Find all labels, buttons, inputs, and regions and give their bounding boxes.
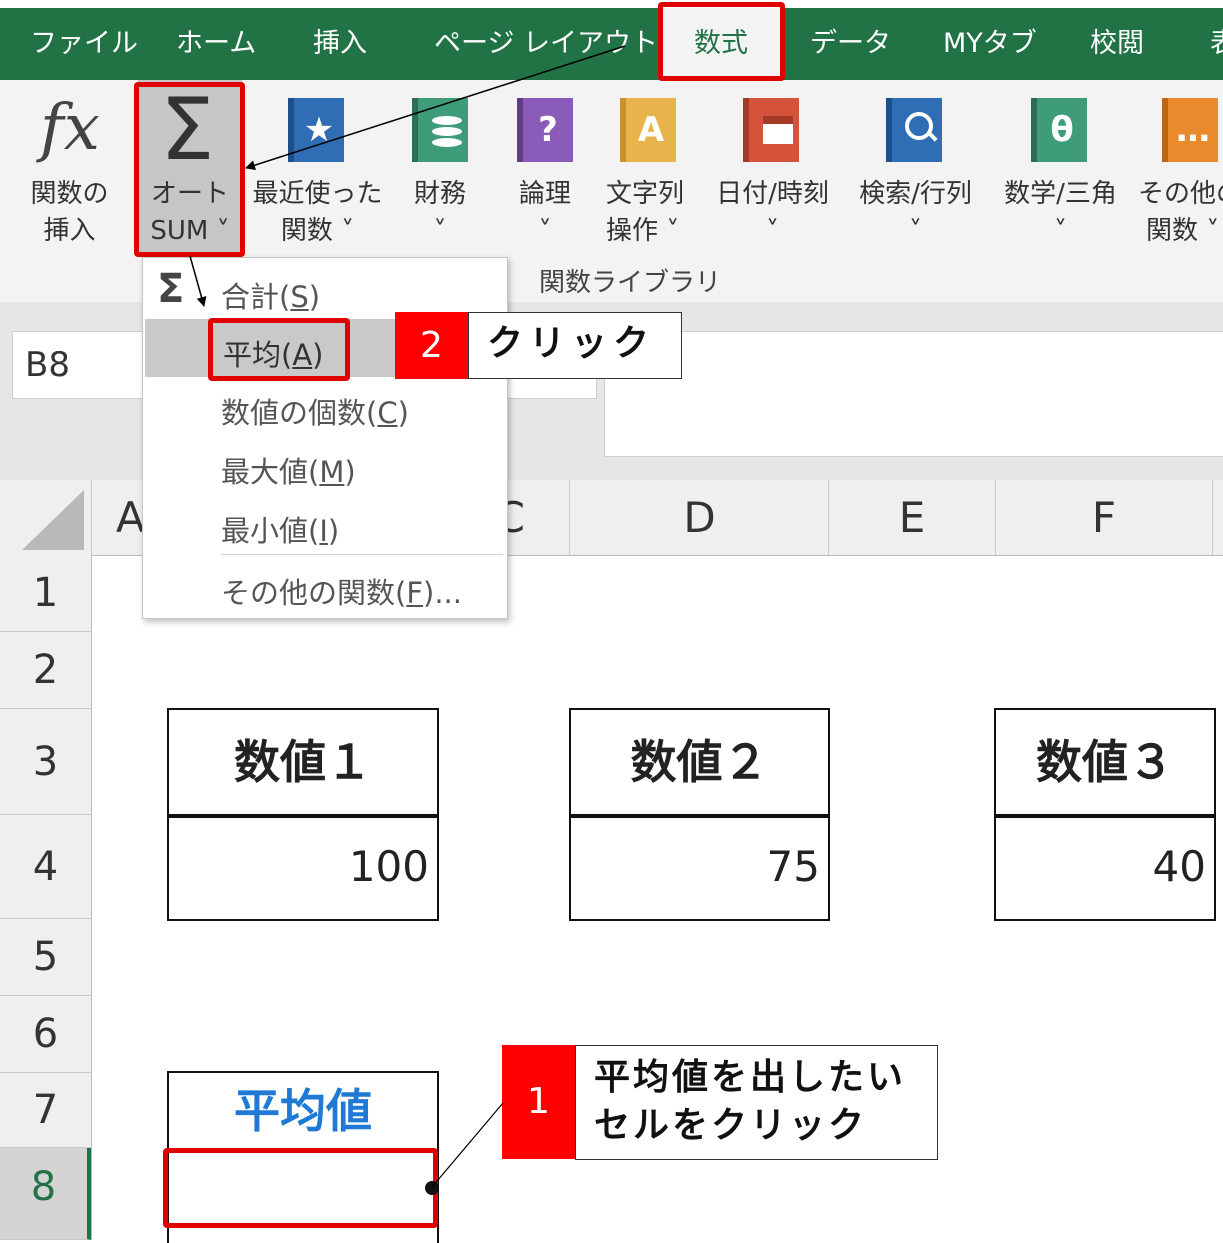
arrow-tab-to-autosum	[245, 45, 626, 171]
annotation-arrows	[189, 45, 626, 1188]
arrow-autosum-to-menu	[189, 255, 207, 307]
leader-line-step-1	[431, 1102, 504, 1188]
